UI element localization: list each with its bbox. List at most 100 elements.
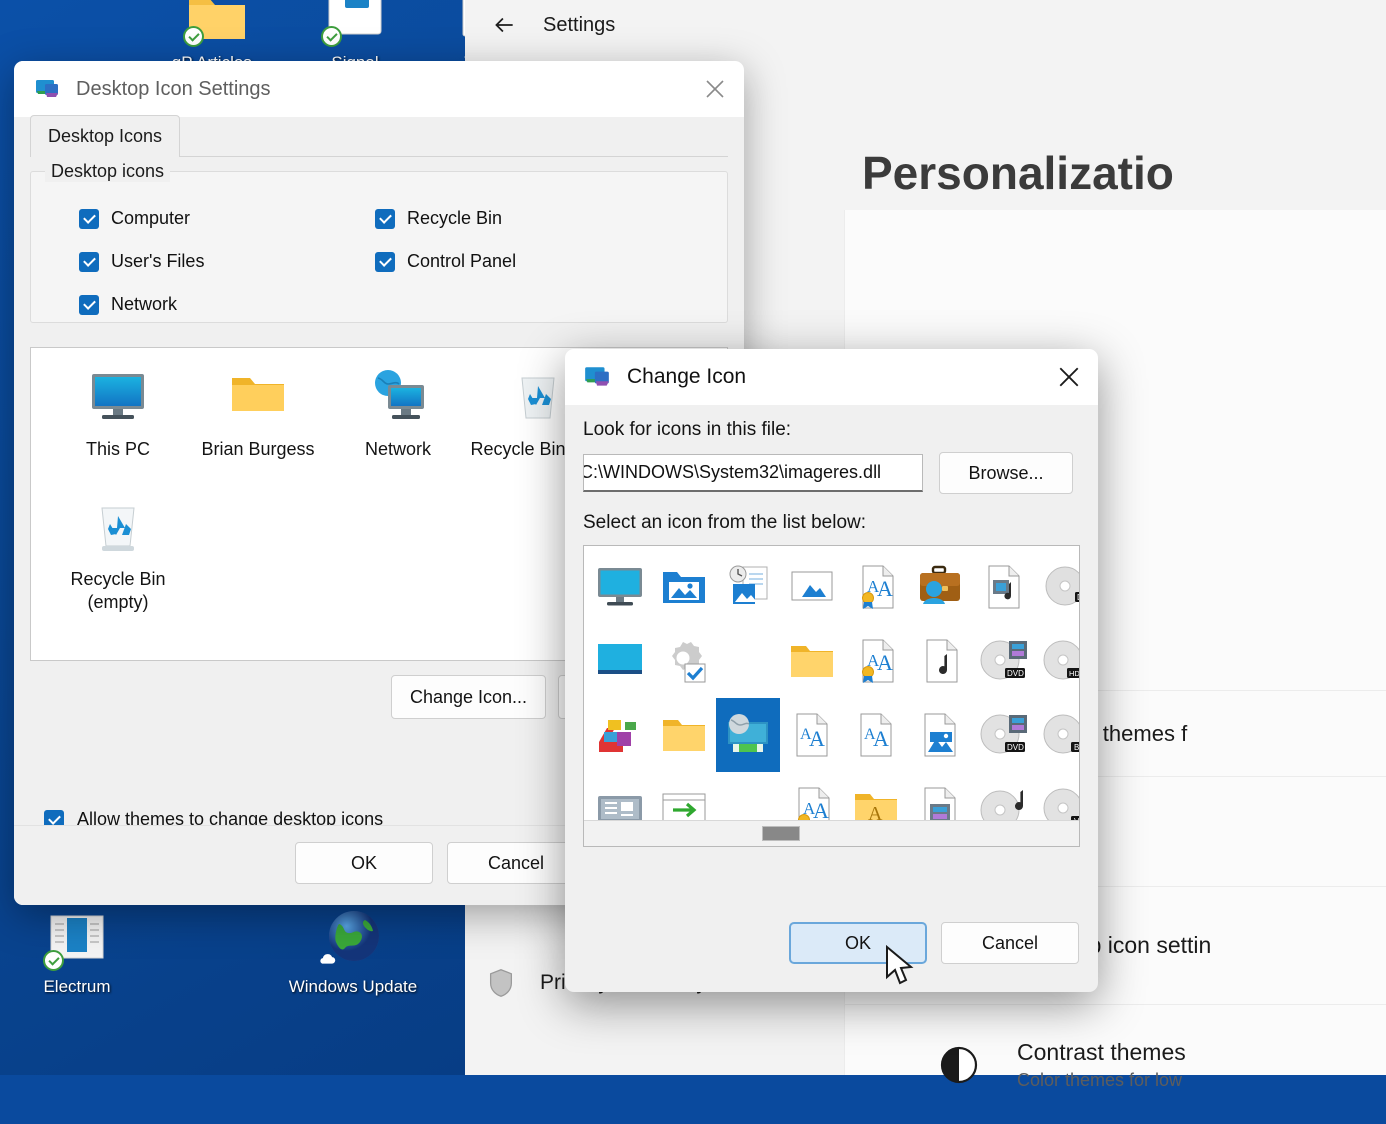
globe-icon — [321, 908, 385, 972]
icon-cell-yellow-folder[interactable] — [780, 624, 844, 698]
certified-font-file-icon: A A — [851, 562, 901, 612]
svg-text:A: A — [809, 726, 825, 751]
network-globe-monitor-icon — [366, 366, 430, 430]
electrum-wallet-icon — [45, 908, 109, 972]
button-label: OK — [845, 933, 871, 954]
change-icon-dialog-icon — [583, 363, 611, 391]
ok-button[interactable]: OK — [295, 842, 433, 884]
icon-cell-network-drive[interactable] — [716, 698, 780, 772]
program-blocks-icon — [595, 710, 645, 760]
checkbox-checked-icon — [79, 252, 99, 272]
preview-item-label: This PC — [86, 439, 150, 459]
desktop-icon-label: Electrum — [43, 977, 110, 996]
checkbox-checked-icon — [79, 209, 99, 229]
shield-icon — [487, 968, 515, 998]
row-label: Contrast themes — [1017, 1039, 1186, 1066]
preview-item-label: Brian Burgess — [201, 439, 314, 459]
onedrive-cloud-badge — [317, 953, 337, 966]
icon-cell-picture-frame[interactable] — [780, 550, 844, 624]
preview-item-label: Recycle Bin (empty) — [70, 569, 165, 612]
icon-cell-font-file[interactable]: A A — [780, 698, 844, 772]
row-contrast-themes[interactable]: Contrast themes Color themes for low — [845, 1004, 1386, 1124]
icon-cell-hd-dvd-disc[interactable]: HD DVD — [1036, 624, 1080, 698]
desktop-icons-groupbox: Desktop icons Computer User's Files Netw… — [30, 171, 728, 323]
icon-cell-music-note-file[interactable] — [908, 624, 972, 698]
cancel-button[interactable]: Cancel — [941, 922, 1079, 964]
icon-cell-yellow-folder[interactable] — [652, 698, 716, 772]
font-file-icon: A A — [851, 710, 901, 760]
back-arrow-icon[interactable] — [491, 12, 517, 38]
checkbox-network[interactable]: Network — [79, 294, 177, 315]
svg-text:DVD: DVD — [1077, 593, 1080, 602]
signal-app-icon — [323, 0, 387, 48]
icon-list-label: Select an icon from the list below: — [583, 512, 1080, 534]
checkbox-checked-icon — [375, 209, 395, 229]
checkbox-users-files[interactable]: User's Files — [79, 251, 204, 272]
contrast-icon — [937, 1043, 981, 1087]
icon-cell-blank-monitor[interactable] — [588, 624, 652, 698]
button-label: Change Icon... — [410, 687, 527, 708]
settings-window-title: Settings — [543, 14, 615, 37]
dialog-body: Look for icons in this file: C:\WINDOWS\… — [565, 405, 1098, 847]
page-title: Personalizatio — [862, 146, 1174, 200]
horizontal-scrollbar[interactable] — [584, 820, 1079, 846]
desktop-icon-electrum[interactable]: Electrum — [12, 908, 142, 997]
icon-cell-recent-pictures-document[interactable] — [716, 550, 780, 624]
checkbox-label: Recycle Bin — [407, 208, 502, 229]
blank-monitor-icon — [595, 636, 645, 686]
video-music-file-icon — [979, 562, 1029, 612]
icon-list[interactable]: A A — [583, 545, 1080, 847]
recent-pictures-document-icon — [723, 562, 773, 612]
monitor-icon — [595, 562, 645, 612]
icon-cell-pictures-folder[interactable] — [652, 550, 716, 624]
icon-file-path-input[interactable]: C:\WINDOWS\System32\imageres.dll — [583, 454, 923, 492]
scrollbar-thumb[interactable] — [762, 826, 800, 841]
desktop-icon-windows-update[interactable]: Windows Update — [288, 908, 418, 997]
icon-cell-monitor[interactable] — [588, 550, 652, 624]
font-file-icon: A A — [787, 710, 837, 760]
icon-cell-dvd-video-disc[interactable]: DVD — [972, 698, 1036, 772]
dialog-title: Change Icon — [627, 365, 746, 389]
icon-cell-picture-file[interactable] — [908, 698, 972, 772]
icon-cell-briefcase-user[interactable] — [908, 550, 972, 624]
change-icon-dialog: Change Icon Look for icons in this file:… — [565, 349, 1098, 992]
checkbox-label: Computer — [111, 208, 190, 229]
monitor-icon — [86, 366, 150, 430]
picture-file-icon — [915, 710, 965, 760]
checkbox-control-panel[interactable]: Control Panel — [375, 251, 516, 272]
button-label: Browse... — [968, 463, 1043, 484]
icon-grid: A A — [584, 550, 1080, 846]
preview-item-network[interactable]: Network — [323, 366, 473, 461]
preview-item-brian-burgess[interactable]: Brian Burgess — [183, 366, 333, 461]
checkbox-recycle-bin[interactable]: Recycle Bin — [375, 208, 502, 229]
icon-file-path-value: C:\WINDOWS\System32\imageres.dll — [583, 462, 881, 483]
button-label: Cancel — [488, 853, 544, 874]
desktop-icon-label: Windows Update — [289, 977, 418, 996]
icon-cell-certified-font-file[interactable]: A A — [844, 624, 908, 698]
icon-cell-dvd-video-disc[interactable]: DVD — [972, 624, 1036, 698]
tab-desktop-icons[interactable]: Desktop Icons — [30, 115, 180, 157]
ok-button[interactable]: OK — [789, 922, 927, 964]
dvd-video-disc-icon: DVD — [979, 636, 1029, 686]
checkbox-label: Control Panel — [407, 251, 516, 272]
icon-cell-font-file[interactable]: A A — [844, 698, 908, 772]
network-drive-icon — [723, 710, 773, 760]
close-icon[interactable] — [1040, 349, 1098, 405]
pictures-folder-icon — [659, 562, 709, 612]
icon-cell-dvd-disc[interactable]: DVD — [1036, 550, 1080, 624]
yellow-folder-icon — [787, 636, 837, 686]
icon-cell-certified-font-file[interactable]: A A — [844, 550, 908, 624]
preview-item-recycle-bin-empty[interactable]: Recycle Bin (empty) — [43, 496, 193, 614]
icon-cell-settings-gear-check[interactable] — [652, 624, 716, 698]
icon-cell-bd-disc[interactable]: BD — [1036, 698, 1080, 772]
dialog-footer: OK Cancel — [565, 908, 1098, 992]
svg-text:HD DVD: HD DVD — [1069, 669, 1080, 678]
change-icon-button[interactable]: Change Icon... — [391, 675, 546, 719]
icon-cell-program-blocks[interactable] — [588, 698, 652, 772]
icon-cell-video-music-file[interactable] — [972, 550, 1036, 624]
browse-button[interactable]: Browse... — [939, 452, 1073, 494]
file-field-label: Look for icons in this file: — [583, 419, 1080, 441]
checkbox-computer[interactable]: Computer — [79, 208, 190, 229]
preview-item-this-pc[interactable]: This PC — [43, 366, 193, 461]
close-icon[interactable] — [686, 61, 744, 117]
